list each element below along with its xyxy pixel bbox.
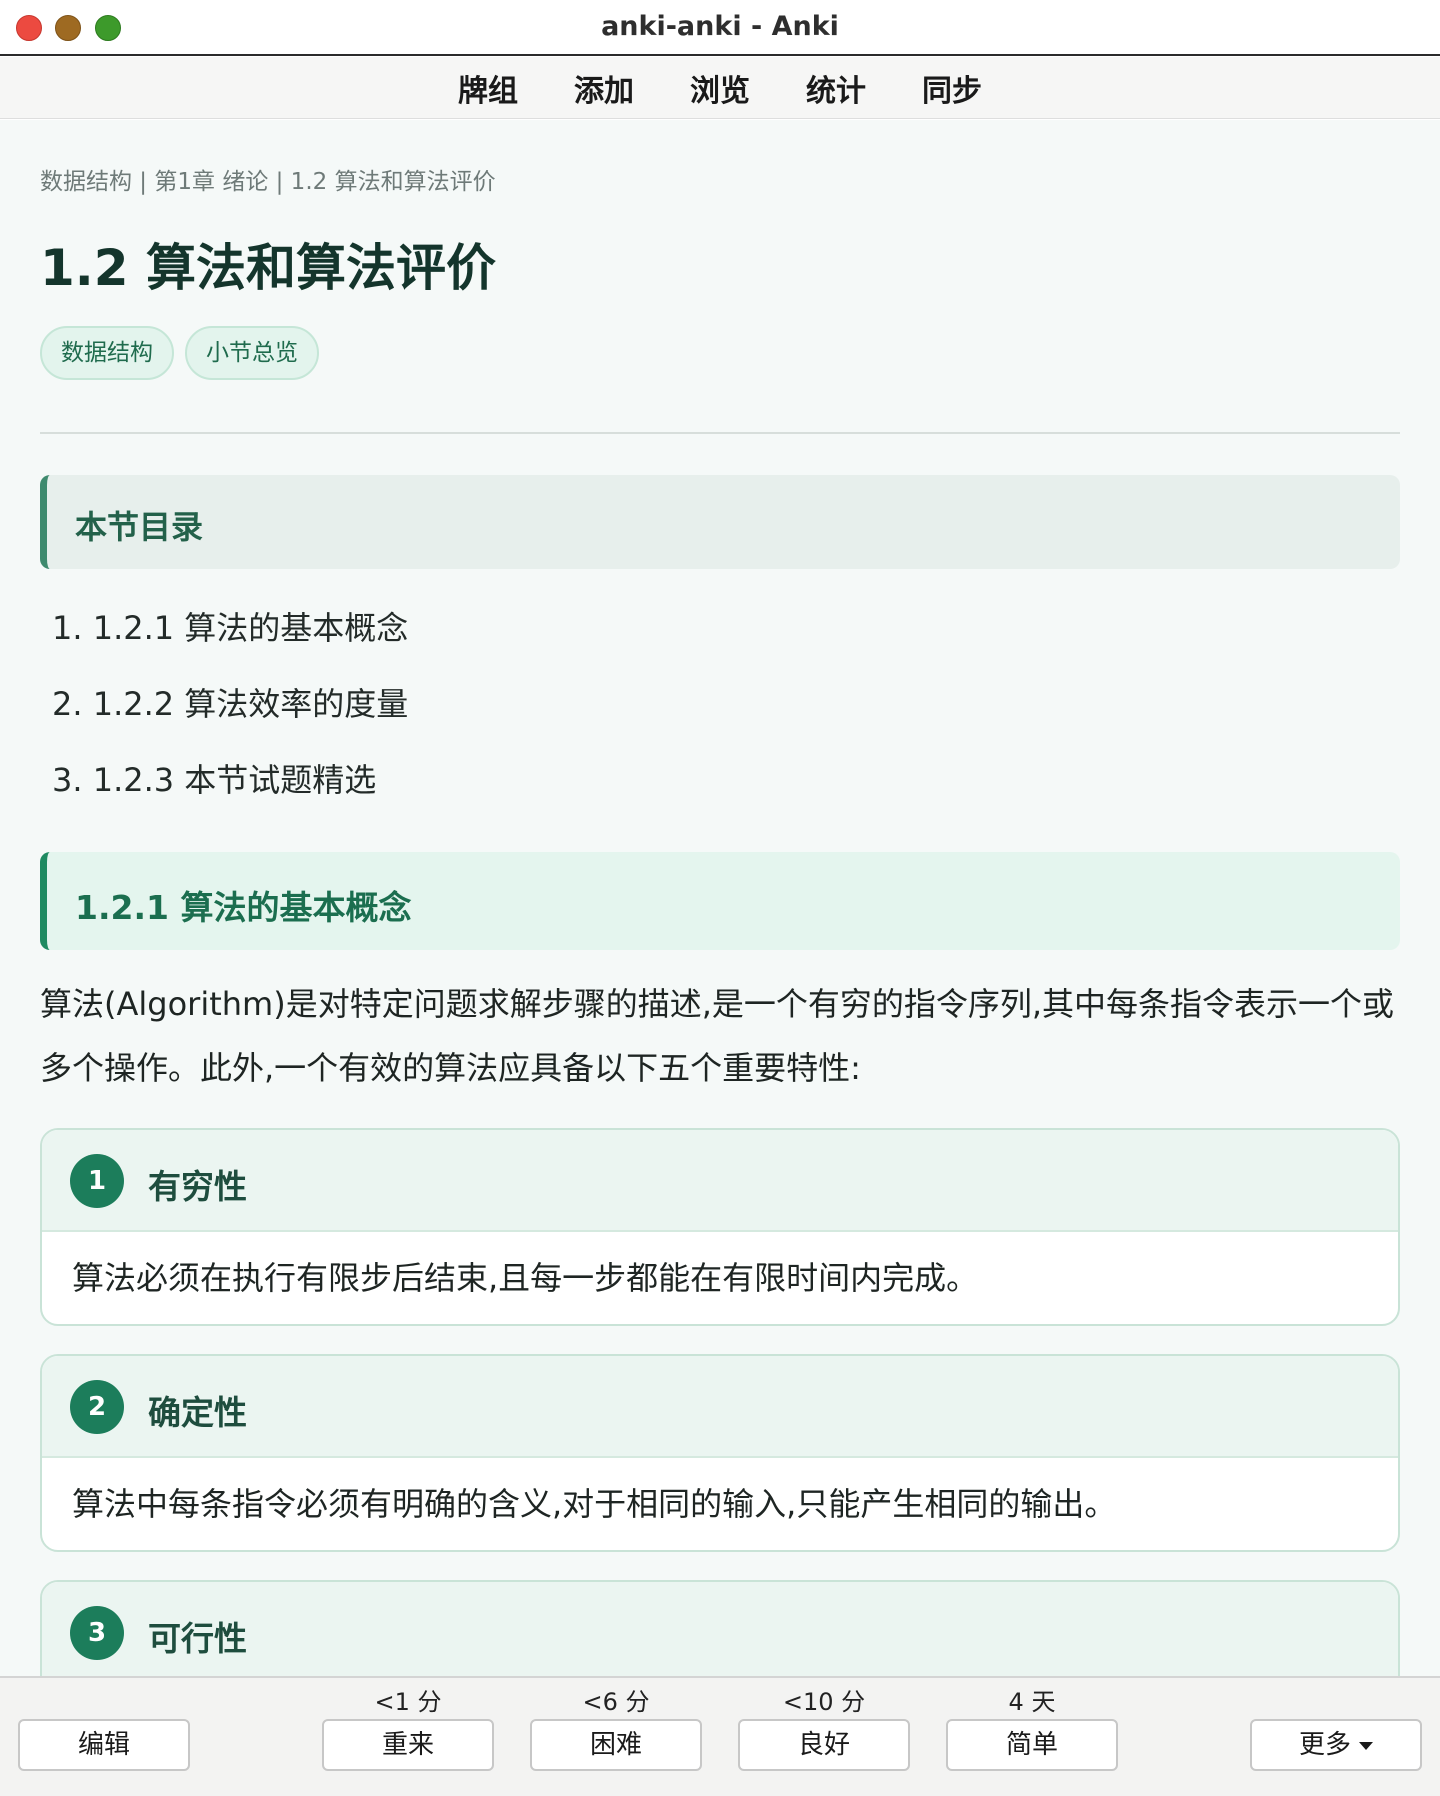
property-body: 算法必须在执行有限步后结束,且每一步都能在有限时间内完成。 [72, 1259, 979, 1297]
easy-button[interactable]: 简单 [946, 1719, 1118, 1771]
toolbar-stats[interactable]: 统计 [778, 66, 894, 110]
property-title: 确定性 [148, 1393, 247, 1432]
property-card: 2 确定性 算法中每条指令必须有明确的含义,对于相同的输入,只能产生相同的输出。 [40, 1354, 1400, 1552]
good-interval: <10 分 [782, 1688, 866, 1716]
section-paragraph: 算法(Algorithm)是对特定问题求解步骤的描述,是一个有穷的指令序列,其中… [40, 985, 1395, 1087]
card-content[interactable]: 数据结构 | 第1章 绪论 | 1.2 算法和算法评价 1.2 算法和算法评价 … [0, 120, 1440, 1676]
toc-list: 1. 1.2.1 算法的基本概念 2. 1.2.2 算法效率的度量 3. 1.2… [52, 610, 408, 838]
breadcrumb: 数据结构 | 第1章 绪论 | 1.2 算法和算法评价 [40, 169, 496, 195]
toc-header: 本节目录 [40, 475, 1400, 569]
toolbar-sync[interactable]: 同步 [894, 66, 1010, 110]
good-button[interactable]: 良好 [738, 1719, 910, 1771]
tag-list: 数据结构 小节总览 [40, 326, 319, 380]
hard-button[interactable]: 困难 [530, 1719, 702, 1771]
answer-bar: 编辑 <1 分 重来 <6 分 困难 <10 分 良好 4 天 简单 更多 [0, 1676, 1440, 1796]
section-header: 1.2.1 算法的基本概念 [40, 852, 1400, 950]
divider [40, 432, 1400, 434]
toc-item[interactable]: 2. 1.2.2 算法效率的度量 [52, 686, 408, 762]
property-body: 算法中每条指令必须有明确的含义,对于相同的输入,只能产生相同的输出。 [72, 1485, 1117, 1523]
property-card: 3 可行性 [40, 1580, 1400, 1676]
edit-button[interactable]: 编辑 [18, 1719, 190, 1771]
toc-item[interactable]: 3. 1.2.3 本节试题精选 [52, 762, 408, 838]
property-header: 3 可行性 [42, 1582, 1398, 1676]
number-badge: 1 [70, 1154, 124, 1208]
number-badge: 2 [70, 1380, 124, 1434]
property-title: 可行性 [148, 1619, 247, 1658]
tag-section-overview: 小节总览 [185, 326, 319, 380]
number-badge: 3 [70, 1606, 124, 1660]
easy-interval: 4 天 [1008, 1688, 1056, 1716]
toc-heading: 本节目录 [75, 508, 204, 546]
toolbar-decks[interactable]: 牌组 [430, 66, 546, 110]
property-header: 2 确定性 [42, 1356, 1398, 1458]
again-interval: <1 分 [374, 1688, 442, 1716]
title-bar: anki-anki - Anki [0, 0, 1440, 56]
toc-item[interactable]: 1. 1.2.1 算法的基本概念 [52, 610, 408, 686]
toolbar-add[interactable]: 添加 [546, 66, 662, 110]
again-button[interactable]: 重来 [322, 1719, 494, 1771]
more-button[interactable]: 更多 [1250, 1719, 1422, 1771]
property-title: 有穷性 [148, 1167, 247, 1206]
property-header: 1 有穷性 [42, 1130, 1398, 1232]
tag-data-structure: 数据结构 [40, 326, 174, 380]
more-label: 更多 [1298, 1730, 1351, 1760]
hard-interval: <6 分 [582, 1688, 650, 1716]
section-heading: 1.2.1 算法的基本概念 [75, 888, 412, 927]
page-title: 1.2 算法和算法评价 [40, 239, 496, 297]
toolbar-browse[interactable]: 浏览 [662, 66, 778, 110]
chevron-down-icon [1359, 1741, 1373, 1750]
window-title: anki-anki - Anki [601, 11, 839, 42]
main-toolbar: 牌组 添加 浏览 统计 同步 [0, 57, 1440, 119]
property-card: 1 有穷性 算法必须在执行有限步后结束,且每一步都能在有限时间内完成。 [40, 1128, 1400, 1326]
